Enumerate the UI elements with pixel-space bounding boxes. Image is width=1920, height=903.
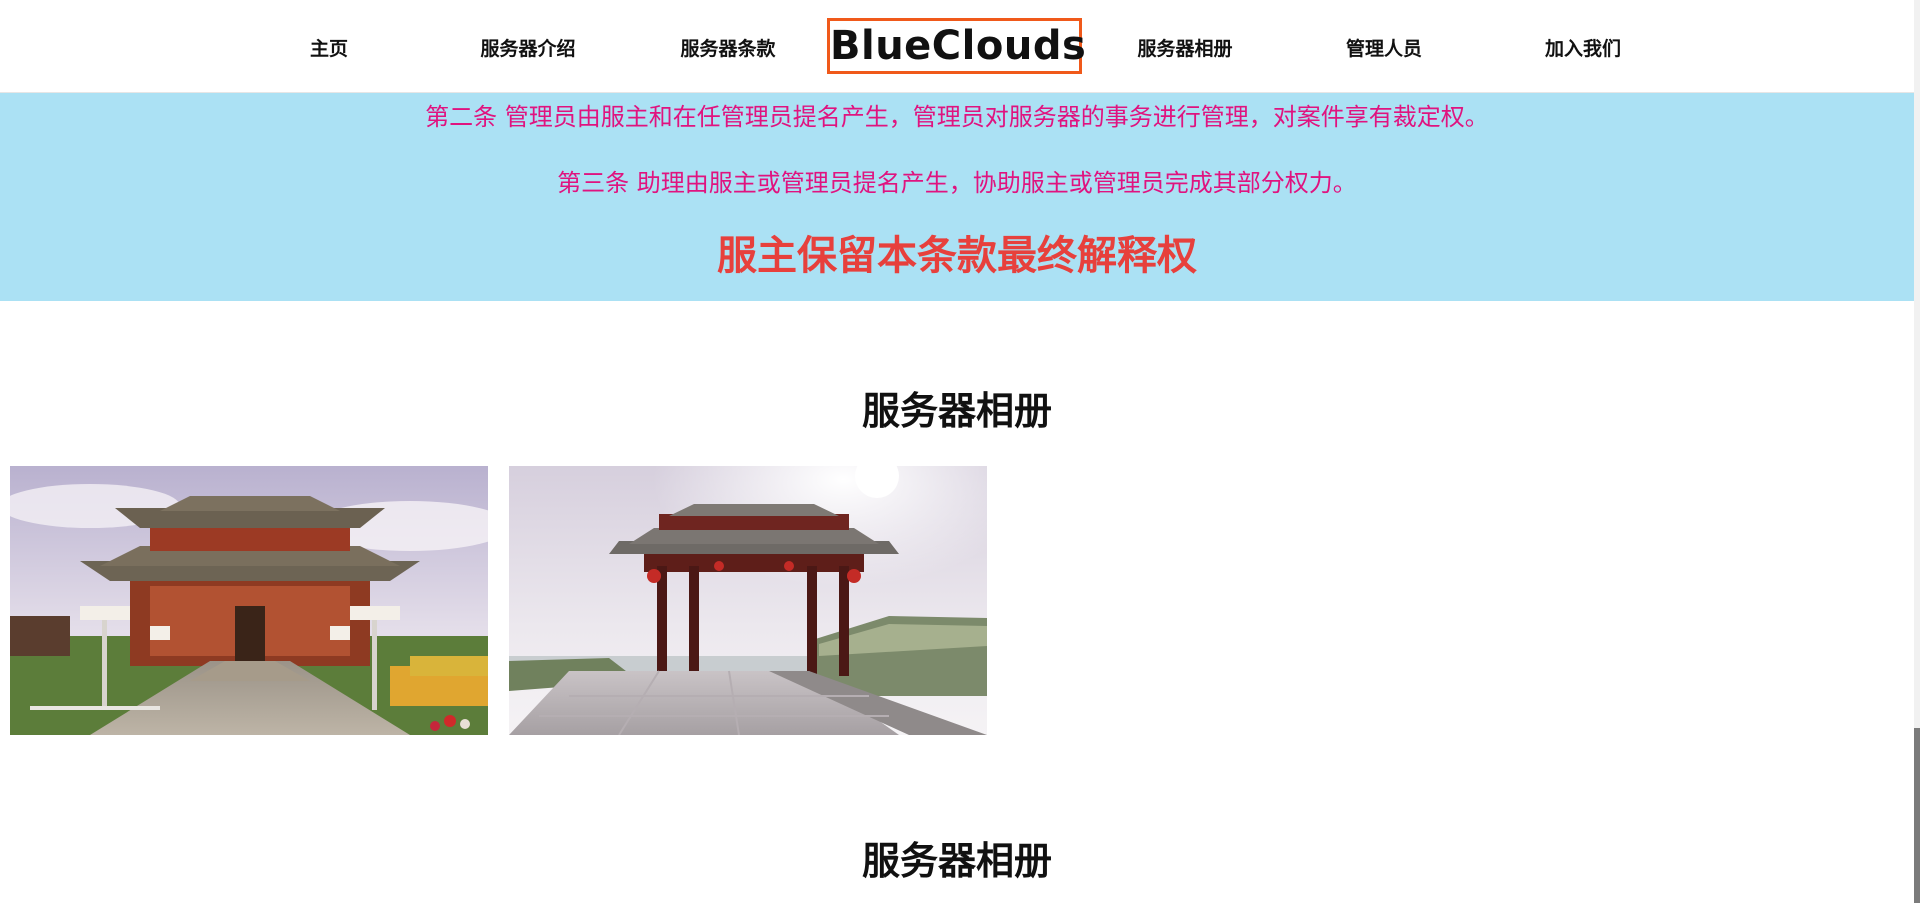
- archway-image: [509, 466, 987, 735]
- scrollbar-thumb[interactable]: [1914, 728, 1920, 903]
- site-logo[interactable]: BlueClouds: [827, 18, 1086, 74]
- temple-photo[interactable]: [10, 466, 488, 735]
- term-article-2: 第二条 管理员由服主和在任管理员提名产生，管理员对服务器的事务进行管理，对案件享…: [425, 103, 1489, 131]
- page-scrollbar[interactable]: [1914, 0, 1920, 903]
- nav-admins[interactable]: 管理人员: [1334, 34, 1434, 64]
- nav-home[interactable]: 主页: [289, 34, 369, 64]
- temple-image: [10, 466, 488, 735]
- nav-server-terms[interactable]: 服务器条款: [668, 34, 788, 64]
- term-article-3: 第三条 助理由服主或管理员提名产生，协助服主或管理员完成其部分权力。: [557, 169, 1357, 197]
- archway-photo[interactable]: [509, 466, 987, 735]
- nav-join-us[interactable]: 加入我们: [1523, 34, 1643, 64]
- top-navbar: 主页 服务器介绍 服务器条款 BlueClouds 服务器相册 管理人员 加入我…: [0, 0, 1914, 93]
- nav-server-intro[interactable]: 服务器介绍: [468, 34, 588, 64]
- terms-section: 第二条 管理员由服主和在任管理员提名产生，管理员对服务器的事务进行管理，对案件享…: [0, 93, 1914, 301]
- nav-server-album[interactable]: 服务器相册: [1125, 34, 1245, 64]
- gallery-title: 服务器相册: [861, 389, 1052, 433]
- gallery-title-2: 服务器相册: [861, 839, 1052, 883]
- page: 主页 服务器介绍 服务器条款 BlueClouds 服务器相册 管理人员 加入我…: [0, 0, 1920, 903]
- terms-final-statement: 服主保留本条款最终解释权: [717, 233, 1197, 279]
